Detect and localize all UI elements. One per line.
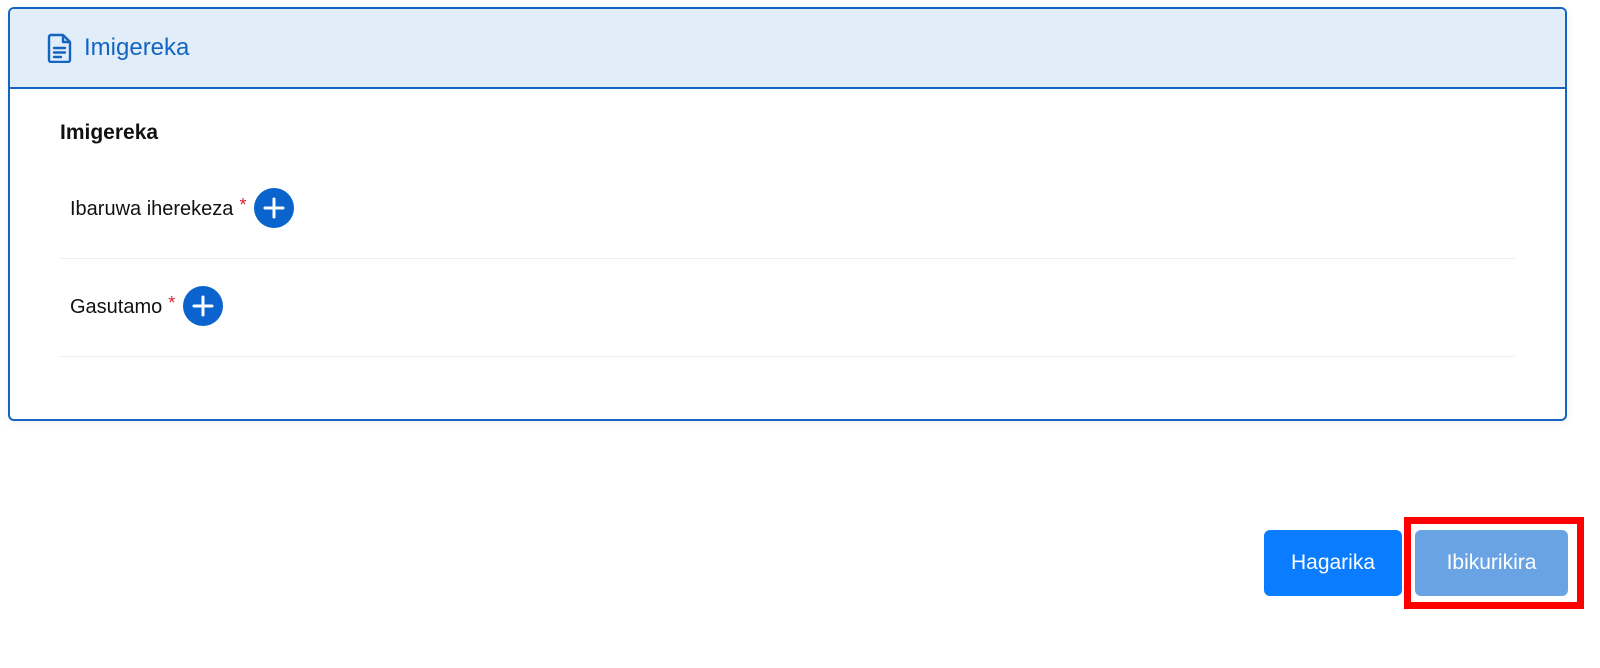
card-header-title: Imigereka	[84, 34, 190, 61]
card-body: Imigereka Ibaruwa iherekeza * Gasutamo *	[10, 121, 1565, 357]
page: Imigereka Imigereka Ibaruwa iherekeza *	[0, 0, 1600, 668]
add-attachment-button[interactable]	[183, 285, 224, 326]
plus-icon	[263, 197, 285, 218]
plus-icon	[192, 295, 214, 316]
required-marker: *	[168, 293, 176, 313]
card-header: Imigereka	[10, 9, 1565, 89]
document-icon	[46, 33, 74, 64]
add-attachment-button[interactable]	[254, 187, 295, 228]
attachment-label: Gasutamo	[70, 296, 163, 318]
attachment-label: Ibaruwa iherekeza	[70, 198, 234, 220]
required-marker: *	[239, 195, 247, 215]
attachments-card: Imigereka Imigereka Ibaruwa iherekeza *	[8, 7, 1567, 421]
attachment-row-customs: Gasutamo *	[60, 259, 1515, 357]
section-title: Imigereka	[60, 121, 159, 144]
next-button[interactable]: Ibikurikira	[1415, 530, 1568, 596]
cancel-button[interactable]: Hagarika	[1264, 530, 1402, 596]
attachment-list: Ibaruwa iherekeza * Gasutamo *	[60, 161, 1515, 357]
attachment-row-cover-letter: Ibaruwa iherekeza *	[60, 161, 1515, 259]
